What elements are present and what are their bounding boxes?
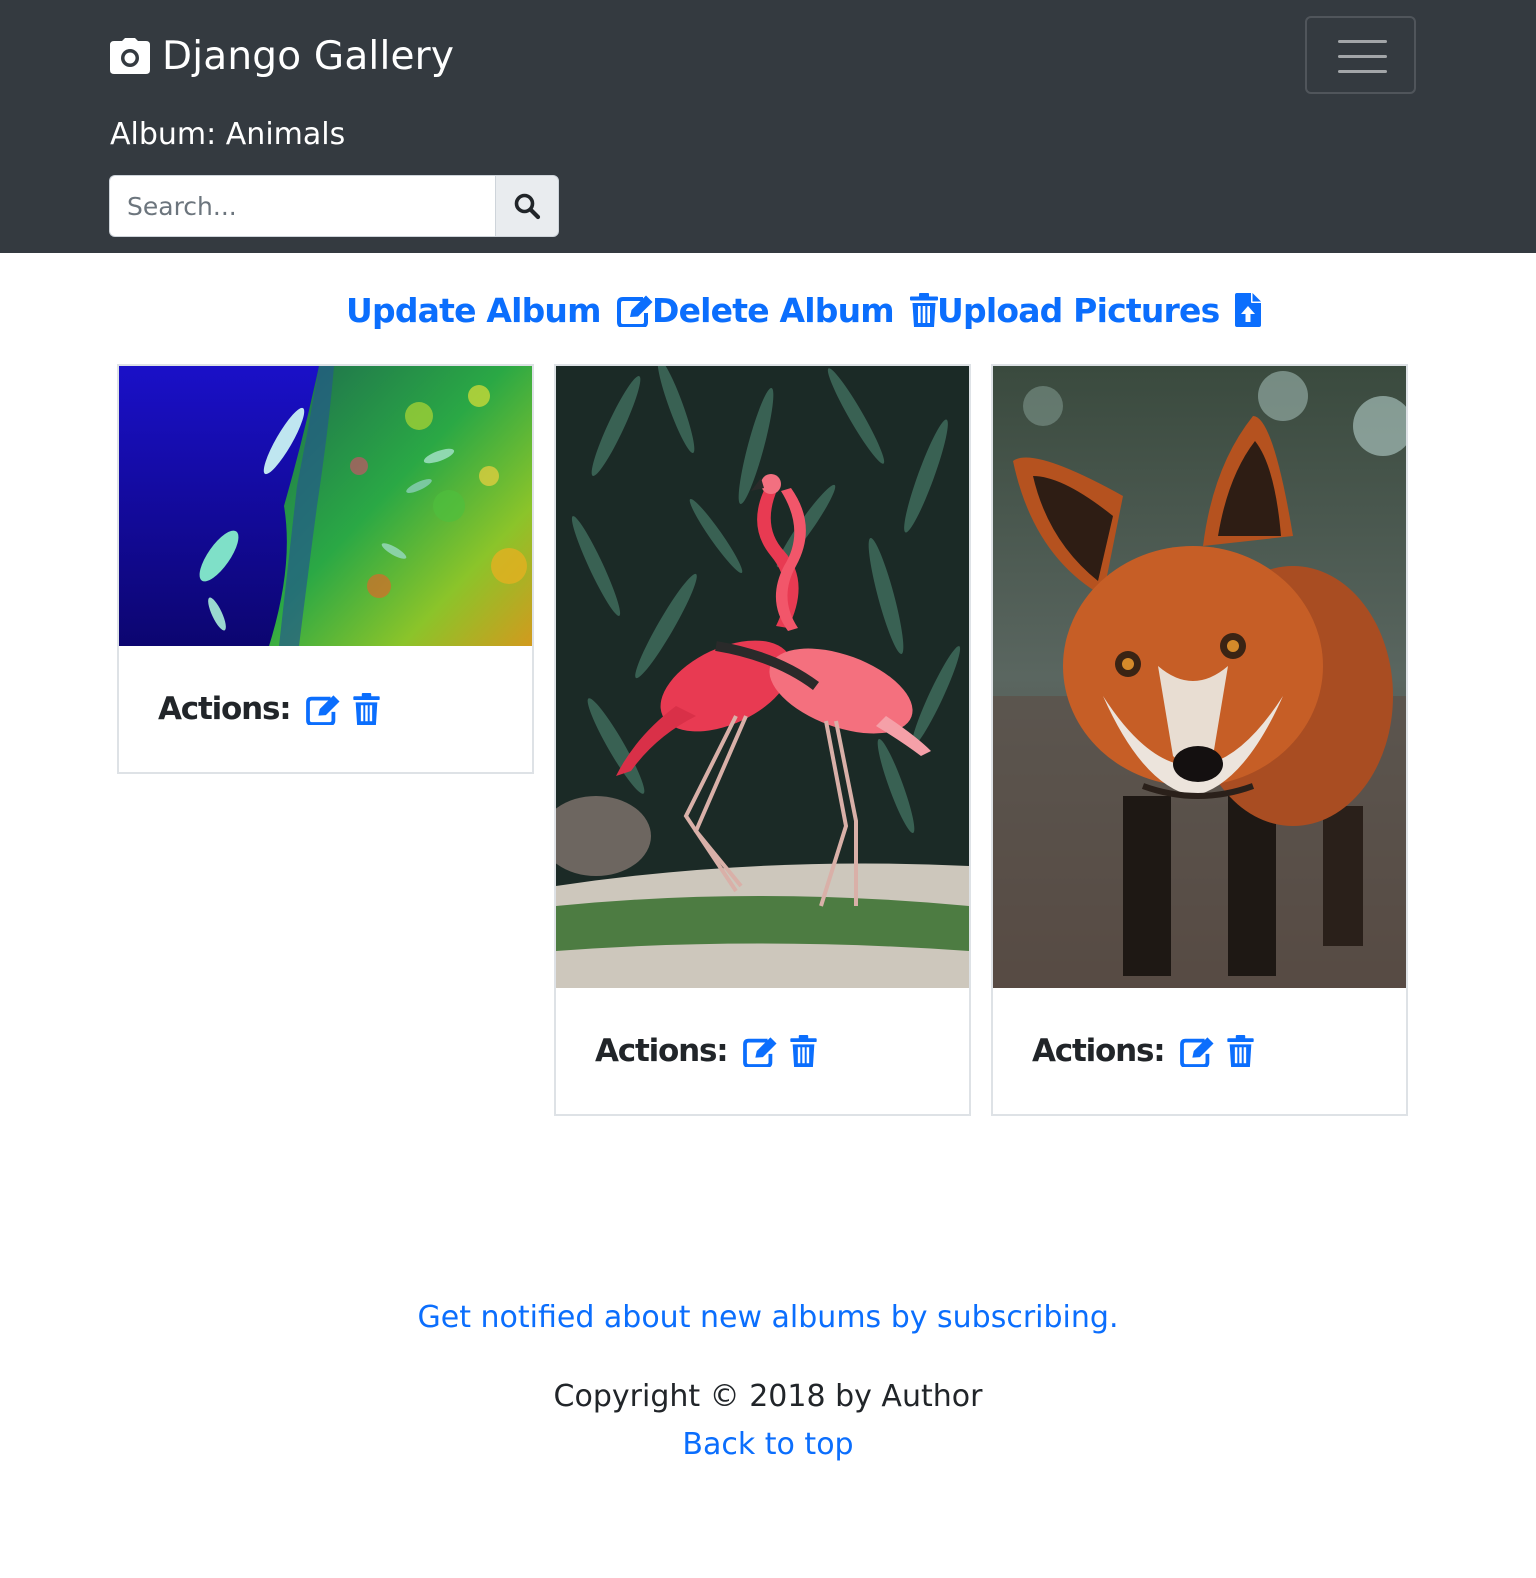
picture-card: Actions:	[991, 364, 1408, 1116]
edit-icon	[743, 1035, 779, 1067]
footer-subscribe: Get notified about new albums by subscri…	[0, 1296, 1536, 1340]
camera-icon	[110, 38, 162, 74]
picture-image-fish[interactable]	[119, 366, 532, 646]
upload-pictures-label: Upload Pictures	[937, 290, 1220, 330]
actions-label: Actions:	[158, 691, 292, 727]
update-album-label: Update Album	[346, 290, 602, 330]
picture-image-fox[interactable]	[993, 366, 1406, 988]
actions-label: Actions:	[595, 1033, 729, 1069]
subscribe-link[interactable]: Get notified about new albums by subscri…	[418, 1300, 1119, 1335]
card-body: Actions:	[119, 646, 532, 772]
delete-picture-button[interactable]	[784, 1032, 822, 1070]
trash-icon	[909, 293, 938, 327]
footer-back-to-top: Back to top	[0, 1423, 1536, 1467]
search-form	[109, 175, 559, 237]
edit-icon	[306, 693, 342, 725]
edit-icon	[1180, 1035, 1216, 1067]
trash-icon	[353, 693, 380, 725]
search-button[interactable]	[495, 175, 559, 237]
delete-picture-button[interactable]	[347, 690, 385, 728]
picture-image-flamingos[interactable]	[556, 366, 969, 988]
picture-card: Actions:	[554, 364, 971, 1116]
edit-picture-button[interactable]	[305, 690, 343, 728]
search-input[interactable]	[109, 175, 495, 237]
brand-title: Django Gallery	[162, 33, 455, 79]
file-upload-icon	[1235, 293, 1262, 327]
upload-pictures-link[interactable]: Upload Pictures	[937, 285, 1262, 335]
edit-icon	[616, 293, 655, 327]
search-icon	[513, 192, 541, 220]
card-body: Actions:	[556, 988, 969, 1114]
navbar: Django Gallery Album: Animals	[0, 0, 1536, 253]
picture-card: Actions:	[117, 364, 534, 774]
brand-link[interactable]: Django Gallery	[110, 28, 454, 84]
delete-album-link[interactable]: Delete Album	[652, 285, 938, 335]
album-title: Album: Animals	[110, 117, 346, 152]
back-to-top-link[interactable]: Back to top	[682, 1427, 853, 1462]
trash-icon	[790, 1035, 817, 1067]
update-album-link[interactable]: Update Album	[346, 285, 655, 335]
actions-label: Actions:	[1032, 1033, 1166, 1069]
album-actions: Update Album Delete Album Upload Picture…	[0, 285, 1536, 335]
menu-toggle-button[interactable]	[1305, 16, 1416, 94]
delete-album-label: Delete Album	[652, 290, 895, 330]
trash-icon	[1227, 1035, 1254, 1067]
copyright-text: Copyright © 2018 by Author	[553, 1379, 983, 1414]
edit-picture-button[interactable]	[1179, 1032, 1217, 1070]
edit-picture-button[interactable]	[742, 1032, 780, 1070]
delete-picture-button[interactable]	[1221, 1032, 1259, 1070]
card-body: Actions:	[993, 988, 1406, 1114]
